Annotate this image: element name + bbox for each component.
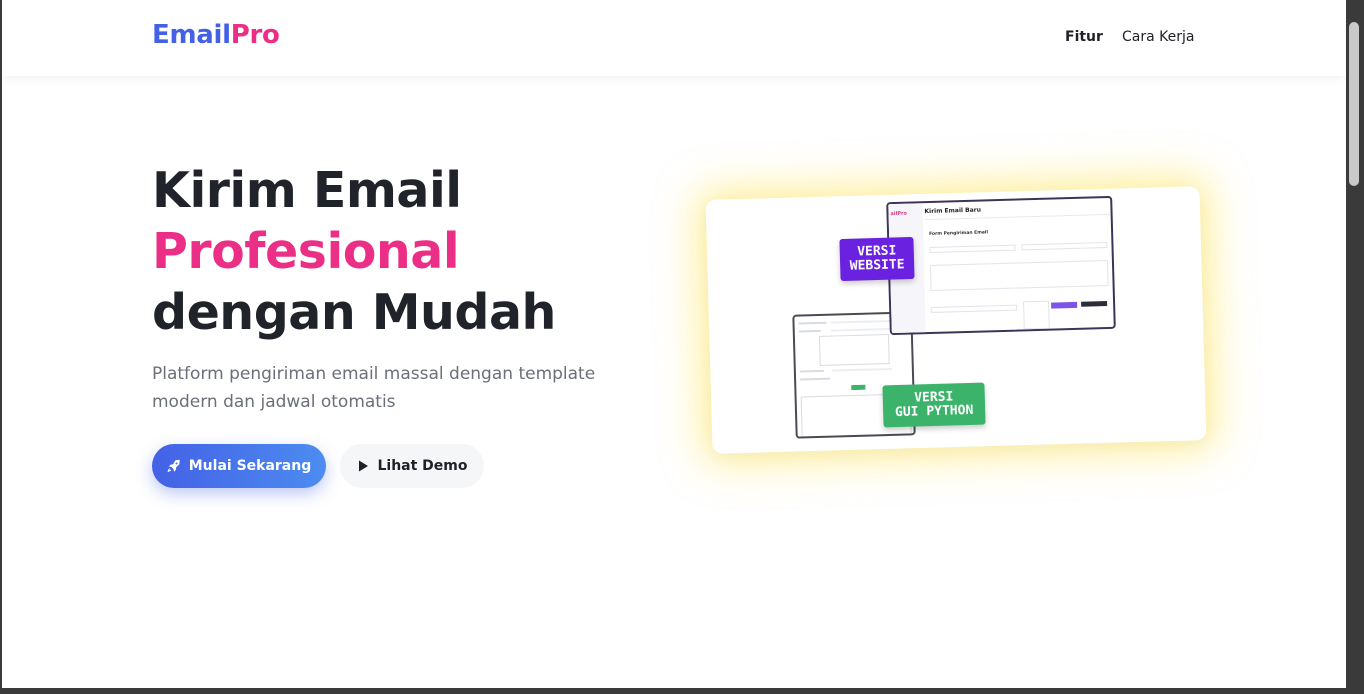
hero-subtitle: Platform pengiriman email massal dengan … bbox=[152, 364, 596, 412]
scrollbar-thumb[interactable] bbox=[1349, 22, 1359, 186]
lihat-demo-button[interactable]: Lihat Demo bbox=[340, 444, 484, 488]
navbar: EmailPro Fitur Cara Kerja bbox=[2, 0, 1346, 76]
rocket-icon bbox=[167, 459, 181, 473]
nav-link-cara-kerja[interactable]: Cara Kerja bbox=[1122, 29, 1194, 45]
tag-versi-website: VERSI WEBSITE bbox=[839, 236, 915, 282]
brand-logo[interactable]: EmailPro bbox=[152, 20, 280, 50]
brand-logo-part2: Pro bbox=[230, 20, 280, 50]
tag-web-line2: WEBSITE bbox=[849, 257, 905, 274]
tag-gui-line2: GUI PYTHON bbox=[894, 402, 974, 421]
hero-title: Kirim Email Profesional dengan Mudah bbox=[152, 160, 556, 343]
brand-logo-part1: Email bbox=[152, 20, 231, 50]
hero-title-line1: Kirim Email bbox=[152, 162, 462, 219]
hero-title-line3: dengan Mudah bbox=[152, 284, 556, 341]
web-window-title: Kirim Email Baru bbox=[924, 206, 982, 216]
nav-link-fitur[interactable]: Fitur bbox=[1065, 29, 1103, 45]
play-icon bbox=[356, 459, 370, 473]
mulai-sekarang-label: Mulai Sekarang bbox=[188, 458, 312, 474]
web-form-heading: Form Pengiriman Email bbox=[929, 230, 989, 237]
mulai-sekarang-button[interactable]: Mulai Sekarang bbox=[152, 444, 326, 488]
hero-title-line2: Profesional bbox=[152, 223, 460, 280]
vertical-scrollbar[interactable] bbox=[1346, 0, 1364, 694]
lihat-demo-label: Lihat Demo bbox=[377, 458, 468, 474]
tag-versi-gui-python: VERSI GUI PYTHON bbox=[882, 382, 986, 428]
website-window-mockup: ailPro Kirim Email Baru Form Pengiriman … bbox=[886, 195, 1116, 336]
